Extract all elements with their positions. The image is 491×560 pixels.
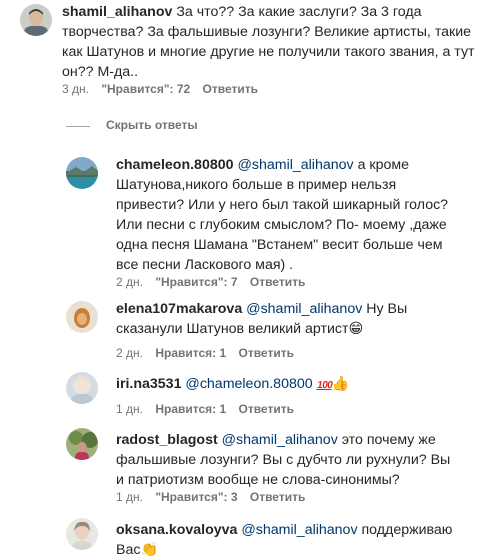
hundred-points-emoji-icon: 100 [315,380,333,391]
mention-link[interactable]: @chameleon.80800 [185,376,312,392]
avatar[interactable] [66,428,98,460]
avatar[interactable] [20,4,52,36]
clapping-hands-emoji-icon: 👏 [140,542,159,558]
comment-time[interactable]: 2 дн. [116,346,143,360]
comment-likes[interactable]: Нравится: 1 [155,346,226,360]
mention-link[interactable]: @shamil_alihanov [237,157,353,173]
avatar[interactable] [66,301,98,333]
comment-meta: 1 дн. Нравится: 1 Ответить [116,402,303,416]
reply-button[interactable]: Ответить [250,490,305,504]
comment-time[interactable]: 1 дн. [116,402,143,416]
avatar[interactable] [66,372,98,404]
comment-text: chameleon.80800 @shamil_alihanov а кроме… [116,155,462,275]
avatar[interactable] [66,518,98,550]
comment-time[interactable]: 2 дн. [116,275,143,289]
mention-link[interactable]: @shamil_alihanov [241,522,357,538]
comment-username[interactable]: oksana.kovaloyva [116,522,237,538]
comment-meta: 2 дн. "Нравится": 7 Ответить [116,275,314,289]
comment-username[interactable]: iri.na3531 [116,376,181,392]
comment-likes[interactable]: "Нравится": 7 [155,275,237,289]
hide-replies-label[interactable]: Скрыть ответы [106,118,198,132]
comment-meta: 1 дн. "Нравится": 3 Ответить [116,490,314,504]
reply-button[interactable]: Ответить [239,402,294,416]
avatar[interactable] [66,157,98,189]
reply-button[interactable]: Ответить [239,346,294,360]
comment-username[interactable]: radost_blagost [116,432,218,448]
comment-text: iri.na3531 @chameleon.80800 100👍 [116,374,462,396]
comment-likes[interactable]: "Нравится": 72 [101,82,190,96]
comment-likes[interactable]: Нравится: 1 [155,402,226,416]
comment-username[interactable]: elena107makarova [116,301,242,317]
mention-link[interactable]: @shamil_alihanov [222,432,338,448]
reply-button[interactable]: Ответить [203,82,258,96]
comment-time[interactable]: 1 дн. [116,490,143,504]
grinning-emoji-icon: 😁 [348,321,364,337]
divider-line [66,126,90,127]
mention-link[interactable]: @shamil_alihanov [246,301,362,317]
comment-body: а кроме Шатунова,никого больше в пример … [116,157,449,273]
comment-username[interactable]: chameleon.80800 [116,157,234,173]
comment-text: radost_blagost @shamil_alihanov это поче… [116,430,462,490]
comment-meta: 3 дн. "Нравится": 72 Ответить [62,82,267,96]
comment-likes[interactable]: "Нравится": 3 [155,490,237,504]
comment-username[interactable]: shamil_alihanov [62,4,172,20]
comment-text: oksana.kovaloyva @shamil_alihanov поддер… [116,520,462,560]
thumbs-up-emoji-icon: 👍 [331,376,350,392]
comment-text: elena107makarova @shamil_alihanov Ну Вы … [116,299,462,339]
reply-button[interactable]: Ответить [250,275,305,289]
comment-time[interactable]: 3 дн. [62,82,89,96]
comment-meta: 2 дн. Нравится: 1 Ответить [116,346,303,360]
comment-text: shamil_alihanov За что?? За какие заслуг… [62,2,477,82]
